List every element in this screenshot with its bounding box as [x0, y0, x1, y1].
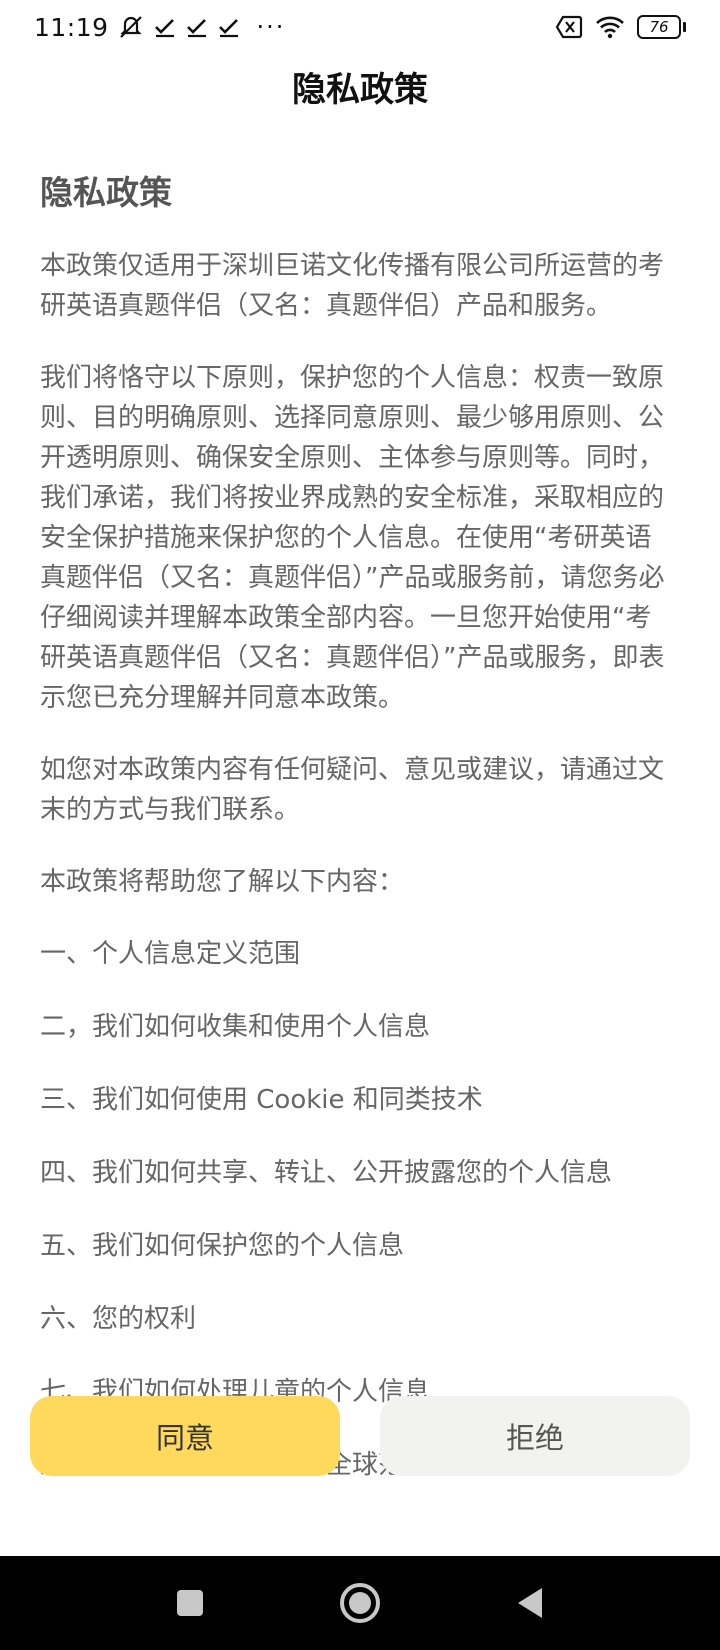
system-nav-bar — [0, 1556, 720, 1650]
paragraph-contact: 如您对本政策内容有任何疑问、意见或建议，请通过文末的方式与我们联系。 — [40, 755, 665, 825]
policy-content[interactable]: 隐私政策 本政策仅适用于深圳巨诺文化传播有限公司所运营的考研英语真题伴侣（又名：… — [40, 160, 668, 1558]
agree-button[interactable]: 同意 — [30, 1396, 340, 1476]
circle-icon — [340, 1583, 380, 1623]
status-right: 76 — [555, 13, 686, 41]
toc-item: 五、我们如何保护您的个人信息 — [40, 1231, 405, 1261]
toc-item: 三、我们如何使用 Cookie 和同类技术 — [40, 1085, 483, 1115]
battery-level: 76 — [637, 15, 681, 39]
toc-item: 二，我们如何收集和使用个人信息 — [40, 1012, 431, 1042]
status-left: 11:19 ··· — [34, 13, 285, 42]
more-icon: ··· — [256, 13, 286, 41]
action-bar: 同意 拒绝 — [0, 1392, 720, 1478]
status-time: 11:19 — [34, 12, 109, 42]
home-button[interactable] — [330, 1573, 390, 1633]
wifi-icon — [595, 13, 625, 41]
status-bar: 11:19 ··· 76 — [0, 0, 720, 54]
battery-icon: 76 — [637, 15, 686, 39]
back-button[interactable] — [500, 1573, 560, 1633]
toc-item: 六、您的权利 — [40, 1304, 197, 1334]
check-icon — [153, 13, 177, 41]
check-icon — [217, 13, 241, 41]
document-heading: 隐私政策 — [40, 173, 172, 212]
reject-button[interactable]: 拒绝 — [380, 1396, 690, 1476]
mute-icon — [117, 13, 145, 41]
paragraph-principles: 我们将恪守以下原则，保护您的个人信息：权责一致原则、目的明确原则、选择同意原则、… — [40, 363, 665, 713]
recents-button[interactable] — [160, 1573, 220, 1633]
toc-item: 四、我们如何共享、转让、公开披露您的个人信息 — [40, 1158, 613, 1188]
toc-item: 一、个人信息定义范围 — [40, 939, 301, 969]
paragraph-scope: 本政策仅适用于深圳巨诺文化传播有限公司所运营的考研英语真题伴侣（又名：真题伴侣）… — [40, 251, 665, 321]
sim-off-icon — [555, 13, 583, 41]
triangle-back-icon — [518, 1588, 542, 1618]
square-icon — [177, 1590, 203, 1616]
page-title: 隐私政策 — [292, 70, 428, 110]
check-icon — [185, 13, 209, 41]
paragraph-toc-intro: 本政策将帮助您了解以下内容： — [40, 867, 405, 897]
